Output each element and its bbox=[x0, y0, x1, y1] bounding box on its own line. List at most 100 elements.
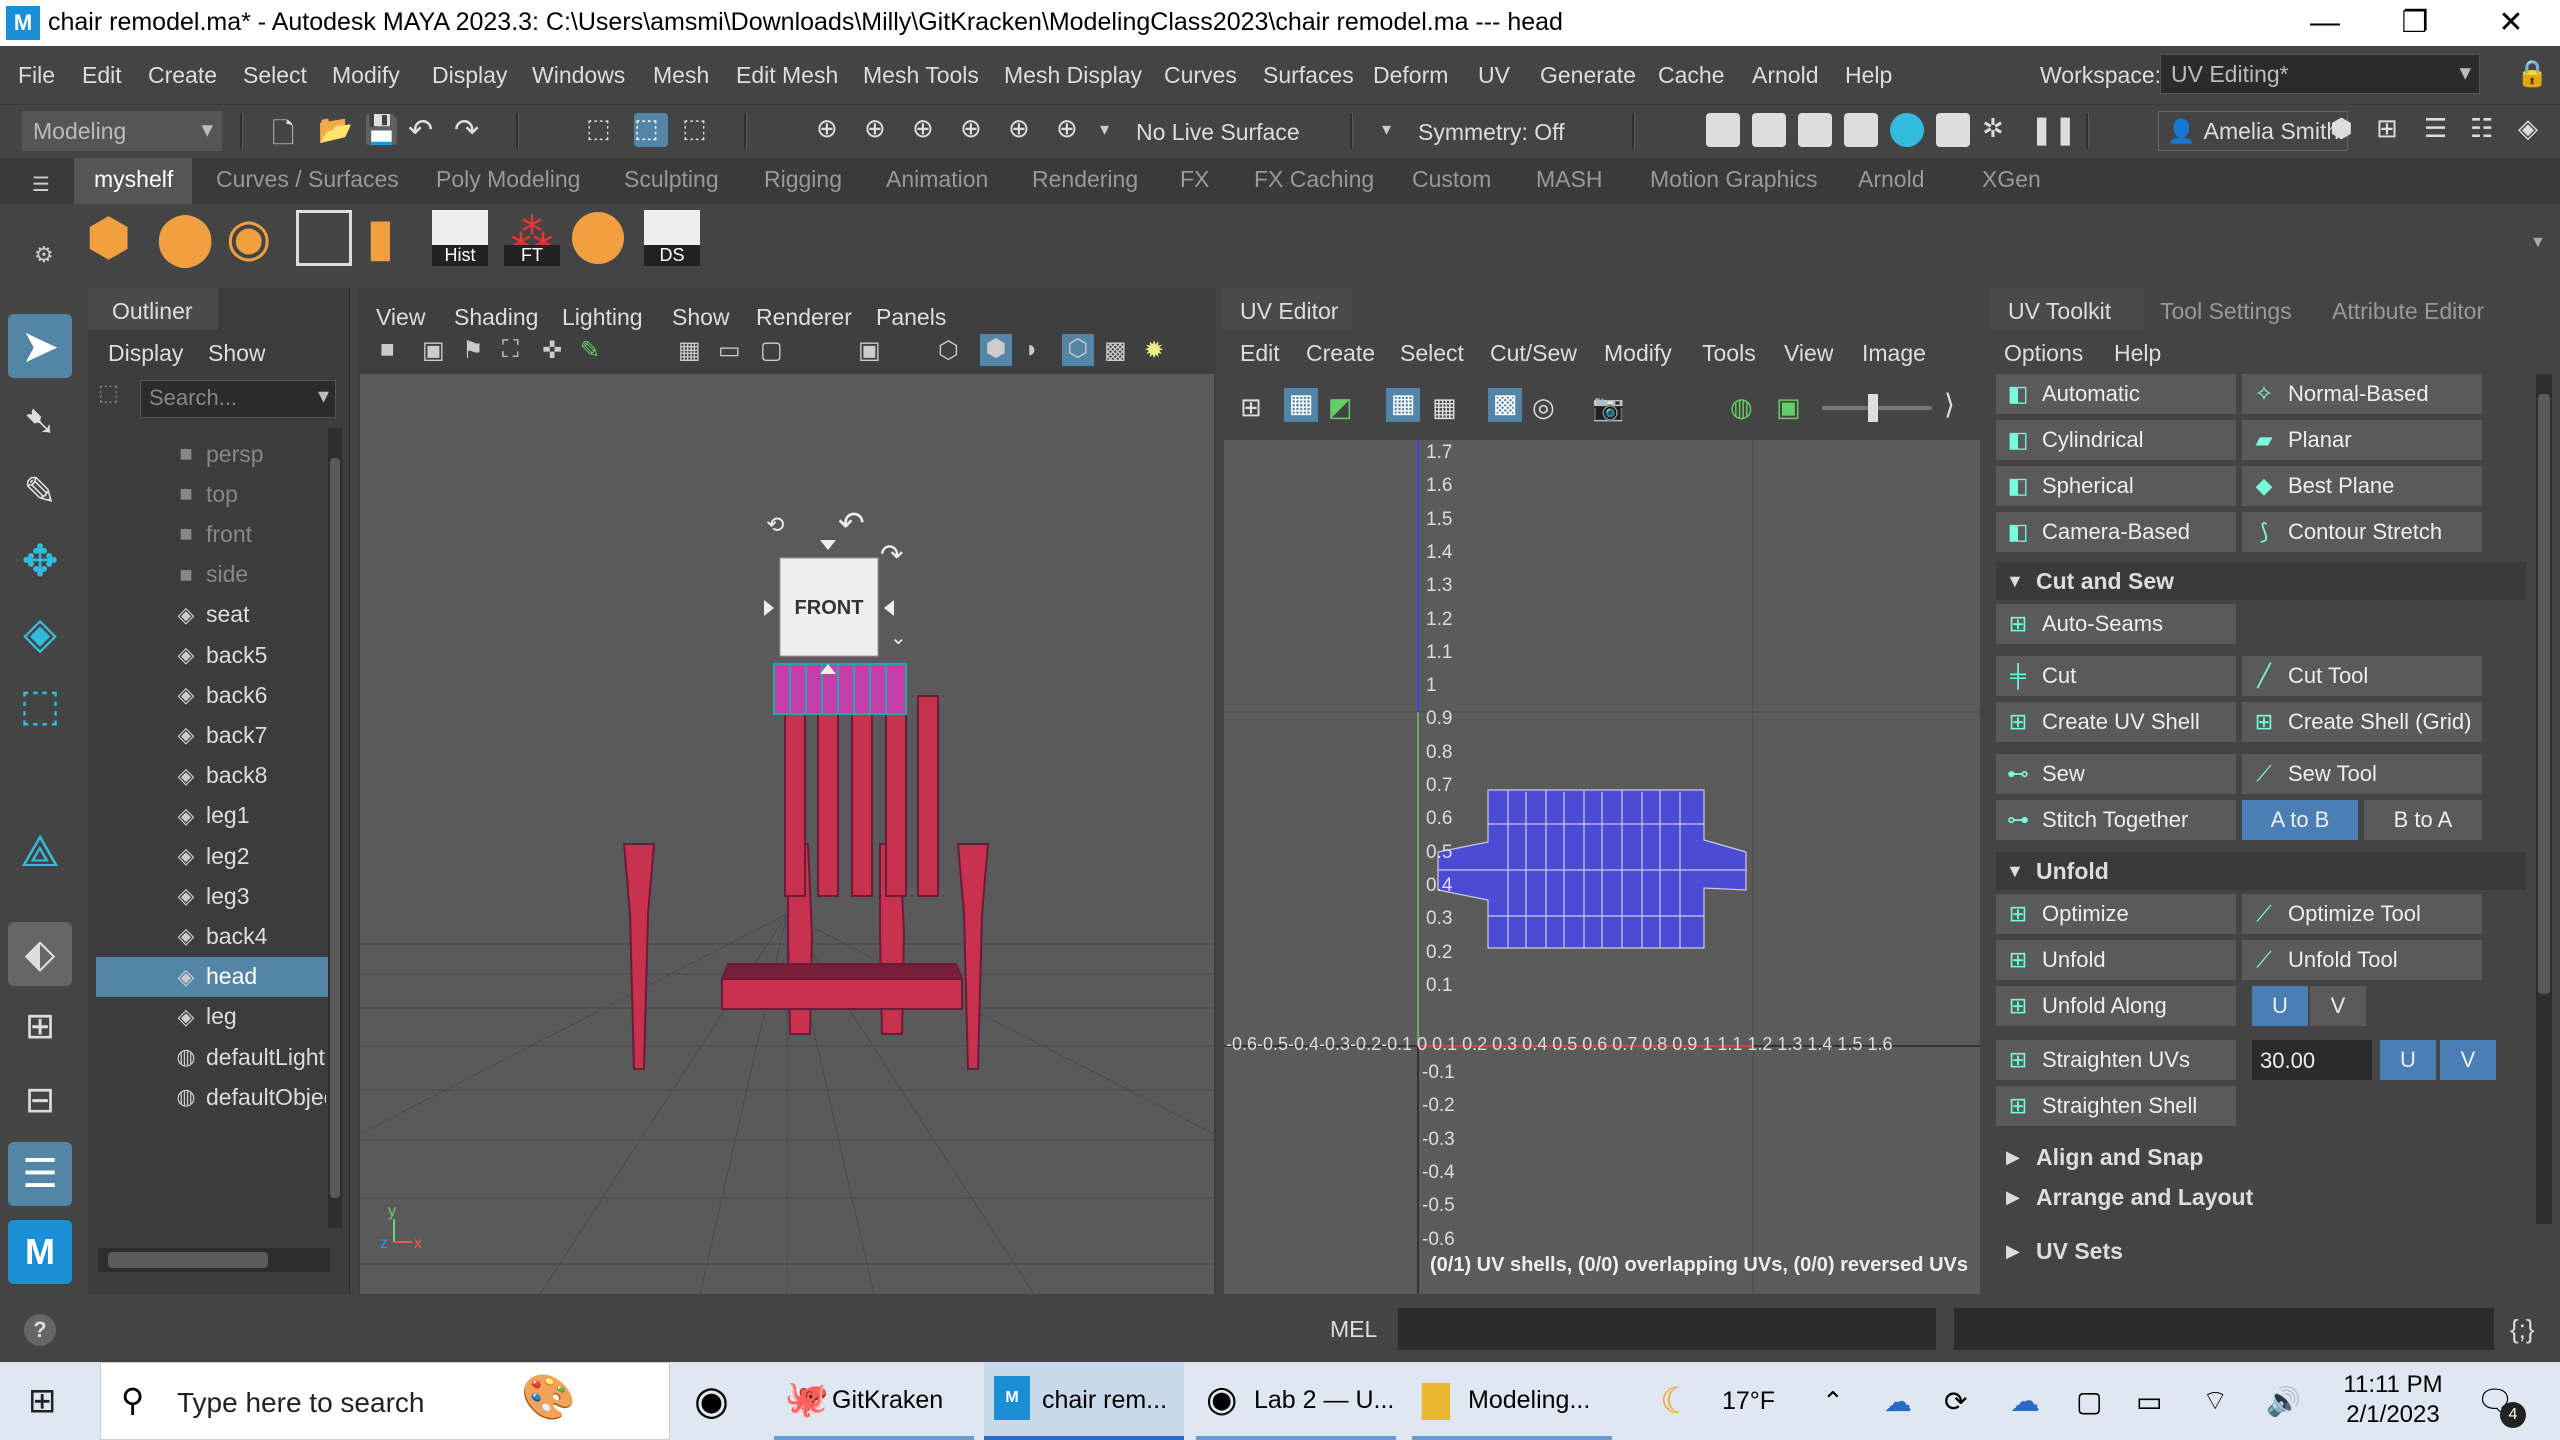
section-unfold[interactable]: ▼ Unfold bbox=[1996, 852, 2526, 890]
menu-edit[interactable]: Edit bbox=[82, 62, 122, 89]
outliner-item-leg[interactable]: ◈ leg bbox=[96, 997, 336, 1037]
scrollbar-thumb[interactable] bbox=[330, 458, 340, 1198]
film-gate-icon[interactable]: ▭ bbox=[718, 336, 741, 365]
chevron-down-icon[interactable]: ▾ bbox=[1100, 119, 1109, 140]
uv-grid-icon[interactable]: ▦ bbox=[1386, 388, 1420, 422]
uv-menu-cut-sew[interactable]: Cut/Sew bbox=[1490, 340, 1577, 367]
vp-menu-renderer[interactable]: Renderer bbox=[756, 304, 852, 331]
toolkit-menu-options[interactable]: Options bbox=[2004, 340, 2083, 367]
tab-arnold[interactable]: Arnold bbox=[1858, 166, 1924, 193]
uv-checker-icon[interactable]: ▩ bbox=[1488, 388, 1522, 422]
outliner-item-head[interactable]: ◈ head bbox=[96, 956, 336, 997]
toolkit-menu-help[interactable]: Help bbox=[2114, 340, 2161, 367]
tab-uv-editor[interactable]: UV Editor bbox=[1222, 288, 1352, 330]
lasso-tool-icon[interactable]: ➷ bbox=[8, 390, 72, 454]
layer-editor-icon[interactable]: ◈ bbox=[2518, 113, 2552, 147]
two-view-icon[interactable]: ⊟ bbox=[8, 1068, 72, 1132]
chevron-down-icon[interactable]: ▾ bbox=[1382, 119, 1391, 140]
uv-menu-view[interactable]: View bbox=[1784, 340, 1833, 367]
outliner-item-defaultlights[interactable]: ◍ defaultLightS bbox=[96, 1037, 336, 1077]
outliner-scrollbar[interactable] bbox=[328, 428, 342, 1228]
poly-cube-icon[interactable]: ⬢ bbox=[86, 210, 142, 266]
outliner-search-input[interactable]: Search... ▾ bbox=[140, 380, 336, 418]
camera-based-button[interactable]: ◧ Camera-Based bbox=[1996, 512, 2236, 552]
stitch-together-button[interactable]: ⊶ Stitch Together bbox=[1996, 800, 2236, 840]
uv-menu-edit[interactable]: Edit bbox=[1240, 340, 1280, 367]
taskbar-clock[interactable]: 11:11 PM 2/1/2023 bbox=[2328, 1370, 2458, 1430]
uv-image-icon[interactable]: ▣ bbox=[1776, 392, 1801, 423]
menu-windows[interactable]: Windows bbox=[532, 62, 625, 89]
hypershade-icon[interactable] bbox=[1890, 113, 1924, 147]
sew-tool-button[interactable]: ⟋ Sew Tool bbox=[2242, 754, 2482, 794]
tab-sculpting[interactable]: Sculpting bbox=[624, 166, 719, 193]
uv-menu-create[interactable]: Create bbox=[1306, 340, 1375, 367]
spherical-button[interactable]: ◧ Spherical bbox=[1996, 466, 2236, 506]
single-perspective-icon[interactable]: ⬖ bbox=[8, 922, 72, 986]
a-to-b-toggle[interactable]: A to B bbox=[2242, 800, 2358, 840]
taskbar-search-box[interactable]: ⚲ Type here to search 🎨 bbox=[100, 1362, 670, 1440]
select-hierarchy-icon[interactable]: ⬚ bbox=[586, 113, 620, 147]
uv-shell-select-icon[interactable]: ⊞ bbox=[1240, 392, 1262, 423]
tool-settings-icon[interactable]: ☷ bbox=[2470, 113, 2504, 147]
delete-script-icon[interactable]: DS bbox=[644, 210, 700, 266]
unfold-button[interactable]: ⊞ Unfold bbox=[1996, 940, 2236, 980]
outliner-item-back7[interactable]: ◈ back7 bbox=[96, 715, 336, 755]
pause-icon[interactable]: ❚❚ bbox=[2030, 113, 2077, 147]
tab-xgen[interactable]: XGen bbox=[1982, 166, 2041, 193]
rotate-tool-icon[interactable]: ◈ bbox=[8, 602, 72, 666]
menu-surfaces[interactable]: Surfaces bbox=[1263, 62, 1354, 89]
straighten-angle-input[interactable]: 30.00 bbox=[2252, 1040, 2372, 1080]
workspace-dropdown[interactable]: UV Editing* ▾ bbox=[2160, 54, 2480, 94]
tab-tool-settings[interactable]: Tool Settings bbox=[2160, 298, 2292, 325]
script-editor-icon[interactable]: {;} bbox=[2510, 1314, 2535, 1345]
tray-phone-icon[interactable]: ▢ bbox=[2076, 1372, 2102, 1430]
scroll-down-icon[interactable]: ▼ bbox=[2530, 234, 2546, 252]
tab-attribute-editor[interactable]: Attribute Editor bbox=[2332, 298, 2484, 325]
viewcube[interactable]: ⟲ ↶ ↷ ⌄ bbox=[764, 505, 907, 674]
tab-motion-graphics[interactable]: Motion Graphics bbox=[1650, 166, 1817, 193]
soft-select-icon[interactable] bbox=[572, 212, 624, 264]
tray-chevron-up-icon[interactable]: ⌃ bbox=[1822, 1372, 1844, 1430]
uv-menu-tools[interactable]: Tools bbox=[1702, 340, 1756, 367]
menu-generate[interactable]: Generate bbox=[1540, 62, 1636, 89]
select-component-icon[interactable]: ⬚ bbox=[682, 113, 716, 147]
open-scene-icon[interactable]: 📂 bbox=[318, 113, 353, 147]
uv-shaded-icon[interactable]: ▦ bbox=[1284, 388, 1318, 422]
straighten-u-toggle[interactable]: U bbox=[2380, 1040, 2436, 1080]
textured-icon[interactable]: ◑ bbox=[1022, 336, 1037, 364]
menu-display[interactable]: Display bbox=[432, 62, 507, 89]
menu-set-dropdown[interactable]: Modeling ▾ bbox=[22, 111, 222, 151]
render-setup-icon[interactable] bbox=[1936, 113, 1970, 147]
move-tool-icon[interactable]: ✥ bbox=[8, 530, 72, 594]
volume-icon[interactable]: 🔊 bbox=[2266, 1372, 2301, 1430]
outliner-layout-icon[interactable]: ☰ bbox=[8, 1142, 72, 1206]
snap-grid-icon[interactable]: ⊕ bbox=[816, 113, 850, 147]
render-view-icon[interactable] bbox=[1706, 113, 1740, 147]
resolution-gate-icon[interactable]: ▢ bbox=[760, 336, 783, 365]
taskbar-app-chrome[interactable]: ◉ Lab 2 — U... bbox=[1196, 1362, 1396, 1440]
poly-cylinder-icon[interactable]: ⬤ bbox=[156, 210, 214, 266]
xray-icon[interactable]: ▩ bbox=[1104, 336, 1127, 365]
b-to-a-toggle[interactable]: B to A bbox=[2364, 800, 2482, 840]
lights-icon[interactable]: ✹ bbox=[1144, 336, 1164, 365]
snap-surface-icon[interactable]: ⊕ bbox=[1008, 113, 1042, 147]
camera-icon[interactable]: ■ bbox=[380, 336, 395, 364]
render-settings-icon[interactable] bbox=[1844, 113, 1878, 147]
tab-mash[interactable]: MASH bbox=[1536, 166, 1602, 193]
uv-toolbar-expand-icon[interactable]: ⟩ bbox=[1944, 388, 1955, 421]
snap-live-icon[interactable]: ⊕ bbox=[1056, 113, 1090, 147]
chrome-icon[interactable]: ◉ bbox=[694, 1372, 729, 1430]
tray-sync-icon[interactable]: ⟳ bbox=[1944, 1372, 1967, 1430]
viewport-3d-canvas[interactable]: ⟲ ↶ ↷ ⌄ FRONT y x z bbox=[359, 374, 1215, 1295]
menu-file[interactable]: File bbox=[18, 62, 55, 89]
outliner-menu-show[interactable]: Show bbox=[208, 340, 266, 367]
snap-view-icon[interactable]: ⊕ bbox=[960, 113, 994, 147]
tab-myshelf[interactable]: myshelf bbox=[74, 158, 192, 204]
unfold-along-v-toggle[interactable]: V bbox=[2310, 986, 2366, 1026]
close-icon[interactable]: ✕ bbox=[2476, 4, 2546, 42]
tab-fx-caching[interactable]: FX Caching bbox=[1254, 166, 1374, 193]
outliner-item-seat[interactable]: ◈ seat bbox=[96, 595, 336, 635]
live-surface-field[interactable]: No Live Surface bbox=[1136, 119, 1300, 146]
unfold-along-u-toggle[interactable]: U bbox=[2252, 986, 2308, 1026]
menu-deform[interactable]: Deform bbox=[1373, 62, 1448, 89]
